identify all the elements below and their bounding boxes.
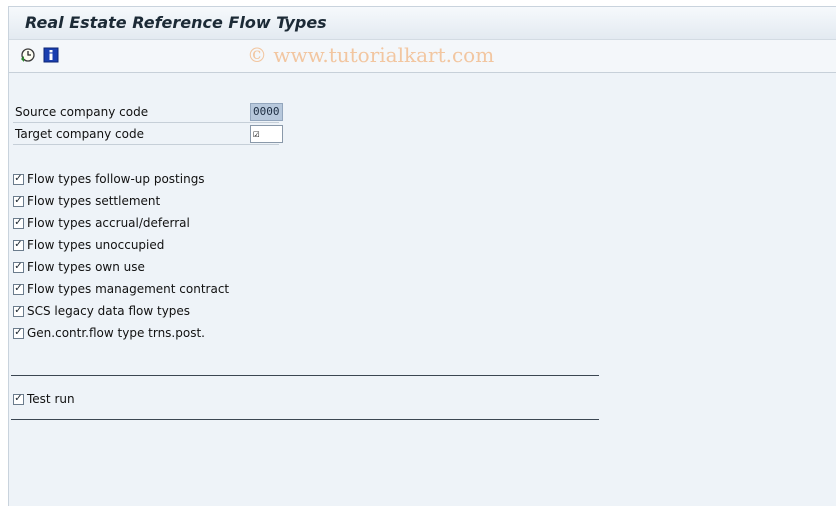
source-company-code-label: Source company code bbox=[15, 105, 149, 119]
row-divider bbox=[13, 122, 279, 123]
page-title: Real Estate Reference Flow Types bbox=[25, 13, 327, 32]
title-bar: Real Estate Reference Flow Types bbox=[9, 7, 836, 40]
checkbox-box[interactable]: ✓ bbox=[13, 393, 24, 405]
checkbox-box[interactable]: ✓ bbox=[13, 239, 24, 251]
checkbox-label: Flow types accrual/deferral bbox=[27, 216, 190, 230]
checkbox-flow-types-follow-up-postings[interactable]: ✓ Flow types follow-up postings bbox=[13, 171, 205, 187]
watermark: © www.tutorialkart.com bbox=[247, 43, 495, 67]
checkbox-label: Flow types settlement bbox=[27, 194, 161, 208]
checkbox-label: Test run bbox=[27, 392, 75, 406]
target-company-code-field[interactable]: ☑ bbox=[250, 125, 283, 143]
checkbox-scs-legacy-data-flow-types[interactable]: ✓ SCS legacy data flow types bbox=[13, 303, 190, 319]
checkbox-label: Gen.contr.flow type trns.post. bbox=[27, 326, 205, 340]
checkbox-box[interactable]: ✓ bbox=[13, 283, 24, 295]
frame-top-line bbox=[11, 375, 599, 376]
checkbox-test-run[interactable]: ✓ Test run bbox=[13, 391, 75, 407]
checkbox-box[interactable]: ✓ bbox=[13, 217, 24, 229]
sap-window: Real Estate Reference Flow Types © www.t… bbox=[8, 6, 836, 506]
target-company-code-label: Target company code bbox=[15, 127, 144, 141]
execute-button[interactable] bbox=[19, 46, 37, 64]
execute-icon bbox=[21, 48, 35, 62]
checkbox-box[interactable]: ✓ bbox=[13, 261, 24, 273]
checkbox-box[interactable]: ✓ bbox=[13, 305, 24, 317]
source-company-code-field[interactable]: 0000 bbox=[250, 103, 283, 121]
application-toolbar: © www.tutorialkart.com bbox=[9, 40, 836, 73]
checkbox-label: Flow types management contract bbox=[27, 282, 230, 296]
checkbox-label: Flow types own use bbox=[27, 260, 145, 274]
checkbox-box[interactable]: ✓ bbox=[13, 173, 24, 185]
checkbox-label: Flow types unoccupied bbox=[27, 238, 165, 252]
checkbox-box[interactable]: ✓ bbox=[13, 327, 24, 339]
checkbox-flow-types-management-contract[interactable]: ✓ Flow types management contract bbox=[13, 281, 229, 297]
information-button[interactable] bbox=[42, 46, 60, 64]
checkbox-box[interactable]: ✓ bbox=[13, 195, 24, 207]
checkbox-label: Flow types follow-up postings bbox=[27, 172, 205, 186]
checkbox-label: SCS legacy data flow types bbox=[27, 304, 191, 318]
frame-bottom-line bbox=[11, 419, 599, 420]
checkbox-gen-contr-flow-type-trns-post[interactable]: ✓ Gen.contr.flow type trns.post. bbox=[13, 325, 205, 341]
checkbox-flow-types-settlement[interactable]: ✓ Flow types settlement bbox=[13, 193, 160, 209]
info-icon bbox=[43, 47, 59, 63]
row-divider bbox=[13, 144, 279, 145]
checkbox-flow-types-unoccupied[interactable]: ✓ Flow types unoccupied bbox=[13, 237, 164, 253]
checkbox-flow-types-own-use[interactable]: ✓ Flow types own use bbox=[13, 259, 145, 275]
checkbox-flow-types-accrual-deferral[interactable]: ✓ Flow types accrual/deferral bbox=[13, 215, 190, 231]
